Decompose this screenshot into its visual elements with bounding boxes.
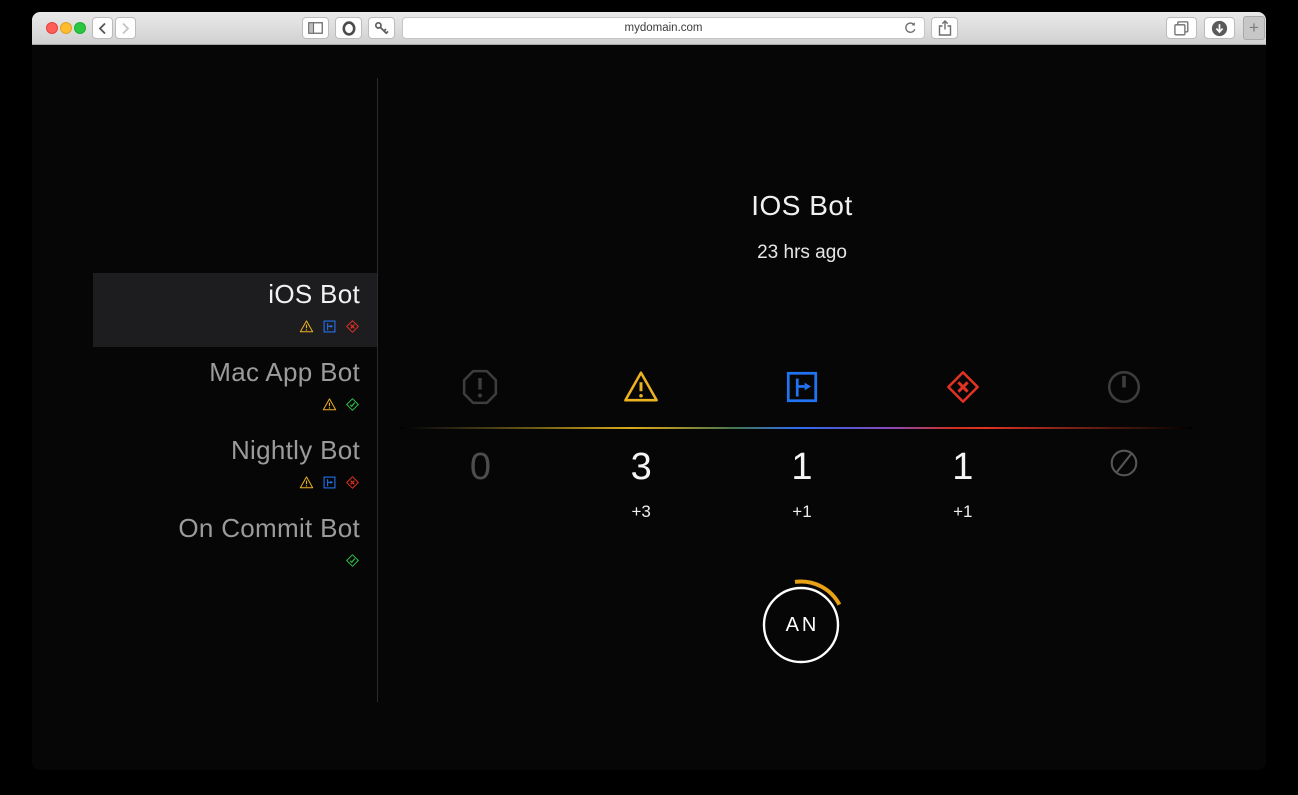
minimize-window-button[interactable]: [60, 22, 72, 34]
warning-triangle-icon: [299, 319, 314, 334]
chevron-left-icon: [98, 22, 107, 35]
address-text: mydomain.com: [625, 22, 703, 34]
share-icon: [938, 20, 952, 36]
bot-status-icons: [322, 397, 360, 412]
bigscreen-page: iOS Bot Mac App Bot Nightly Bot: [32, 46, 1266, 770]
error-octagon-icon: [461, 368, 499, 406]
chevron-right-icon: [121, 22, 130, 35]
warning-triangle-icon: [322, 397, 337, 412]
stat-value: 3: [561, 448, 722, 486]
back-button[interactable]: [92, 17, 113, 39]
key-icon: [374, 21, 389, 36]
refresh-button[interactable]: [904, 21, 917, 38]
test-failure-diamond-icon: [345, 475, 360, 490]
page-title: IOS Bot: [400, 190, 1204, 222]
stat-delta: +3: [561, 502, 722, 522]
browser-toolbar: mydomain.com: [32, 12, 1266, 45]
bot-status-icons: [299, 475, 360, 490]
sidebar-item-mac-app-bot[interactable]: Mac App Bot: [93, 351, 377, 425]
bot-name: On Commit Bot: [178, 513, 360, 544]
zoom-window-button[interactable]: [74, 22, 86, 34]
stat-failed-tests: 1 +1: [882, 368, 1043, 522]
refresh-icon: [904, 21, 917, 35]
stat-delta: +1: [722, 502, 883, 522]
bot-name: Mac App Bot: [209, 357, 360, 388]
bot-status-icons: [345, 553, 360, 568]
avatar-initials: AN: [746, 570, 856, 680]
stat-value: 1: [882, 448, 1043, 486]
sidebar-item-on-commit-bot[interactable]: On Commit Bot: [93, 507, 377, 581]
extension-circle-button[interactable]: [335, 17, 362, 39]
downloads-button[interactable]: [1204, 17, 1235, 39]
no-duration-slash-icon: [1107, 446, 1141, 480]
analyzer-square-icon: [783, 368, 821, 406]
stat-analysis-issues: 1 +1: [722, 368, 883, 522]
last-integration-time: 23 hrs ago: [400, 242, 1204, 264]
analyzer-square-icon: [322, 319, 337, 334]
clock-icon: [1105, 368, 1143, 406]
success-diamond-icon: [345, 397, 360, 412]
address-bar[interactable]: mydomain.com: [402, 17, 925, 39]
analyzer-square-icon: [322, 475, 337, 490]
test-failure-diamond-icon: [944, 368, 982, 406]
share-button[interactable]: [931, 17, 958, 39]
stat-value: 0: [400, 448, 561, 486]
new-tab-button[interactable]: +: [1243, 16, 1265, 40]
stat-duration: [1043, 368, 1204, 522]
test-failure-diamond-icon: [345, 319, 360, 334]
stat-value: 1: [722, 448, 883, 486]
stats-row: 0 3 +3 1 +1 1 +1: [400, 368, 1204, 522]
stat-warnings: 3 +3: [561, 368, 722, 522]
stat-delta: +1: [882, 502, 1043, 522]
stat-errors: 0: [400, 368, 561, 522]
circle-extension-icon: [342, 21, 356, 36]
spectrum-divider-line: [400, 427, 1192, 429]
sidebar-icon: [308, 22, 323, 34]
integration-avatar: AN: [746, 570, 856, 680]
tab-overview-icon: [1174, 21, 1189, 36]
bot-name: Nightly Bot: [231, 435, 360, 466]
extension-key-button[interactable]: [368, 17, 395, 39]
downloads-icon: [1211, 20, 1228, 37]
sidebar-item-ios-bot[interactable]: iOS Bot: [93, 273, 377, 347]
close-window-button[interactable]: [46, 22, 58, 34]
safari-window: mydomain.com: [32, 12, 1266, 770]
success-diamond-icon: [345, 553, 360, 568]
sidebar-toggle-button[interactable]: [302, 17, 329, 39]
warning-triangle-icon: [299, 475, 314, 490]
sidebar-divider: [377, 78, 378, 702]
forward-button[interactable]: [115, 17, 136, 39]
desktop-background: mydomain.com: [0, 0, 1298, 795]
bot-name: iOS Bot: [268, 279, 360, 310]
warning-triangle-icon: [622, 368, 660, 406]
sidebar-item-nightly-bot[interactable]: Nightly Bot: [93, 429, 377, 503]
tab-overview-button[interactable]: [1166, 17, 1197, 39]
bot-status-icons: [299, 319, 360, 334]
